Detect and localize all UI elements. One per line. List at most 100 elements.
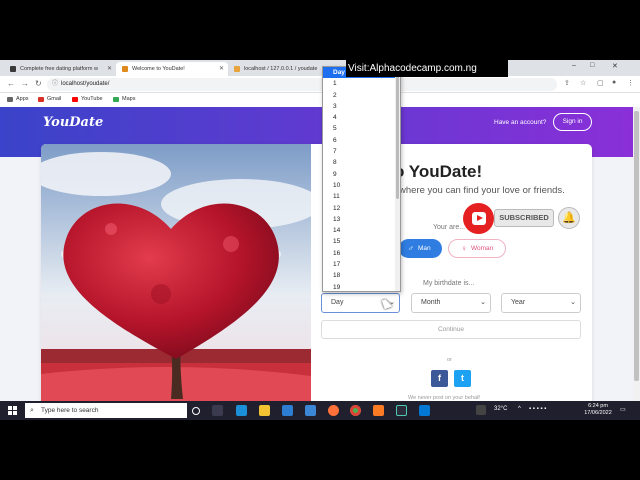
tab-complete-free-dating[interactable]: Complete free dating platform w ✕ [4, 62, 116, 76]
clock[interactable]: 6:24 pm 17/06/2022 [583, 403, 613, 417]
favicon-icon [10, 66, 16, 72]
tab-title: Welcome to YouDate! [132, 66, 185, 72]
tagline-text: where you can find your love or friends. [399, 185, 565, 196]
reload-icon[interactable]: ↻ [35, 79, 42, 88]
close-window-icon[interactable]: ✕ [612, 62, 618, 70]
dropdown-option-11[interactable]: 11 [323, 191, 400, 202]
menu-icon[interactable]: ⋮ [627, 79, 634, 87]
temperature-text[interactable]: 32°C [494, 406, 507, 412]
month-select[interactable]: Month ⌄ [411, 293, 491, 313]
welcome-heading: o YouDate! [394, 162, 483, 181]
windows-start-icon[interactable] [8, 406, 17, 415]
scrollbar-thumb[interactable] [634, 111, 639, 381]
bookmark-gmail[interactable]: Gmail [38, 96, 61, 102]
dropdown-option-12[interactable]: 12 [323, 203, 400, 214]
dropdown-option-16[interactable]: 16 [323, 248, 400, 259]
store-icon[interactable] [282, 405, 293, 416]
share-icon[interactable]: ⇪ [564, 79, 570, 87]
bookmark-label: YouTube [81, 96, 103, 102]
male-icon: ♂ [408, 244, 414, 253]
year-select-value: Year [511, 299, 526, 306]
profile-icon[interactable]: ● [612, 79, 616, 86]
tray-chevron-icon[interactable]: ^ [518, 406, 521, 412]
info-icon[interactable]: ⓘ [52, 78, 58, 91]
dropdown-option-6[interactable]: 6 [323, 135, 400, 146]
twitter-button[interactable]: t [454, 370, 471, 387]
dropdown-option-7[interactable]: 7 [323, 146, 400, 157]
play-icon [472, 212, 486, 225]
search-placeholder: Type here to search [41, 407, 99, 414]
notification-icon[interactable]: ▭ [620, 406, 626, 413]
restore-icon[interactable]: □ [590, 62, 594, 69]
close-tab-icon[interactable]: ✕ [219, 65, 224, 72]
tab-welcome-youdate[interactable]: Welcome to YouDate! ✕ [116, 62, 228, 76]
extensions-icon[interactable]: ▢ [597, 79, 604, 87]
sign-in-button[interactable]: Sign in [553, 113, 592, 131]
minimize-icon[interactable]: – [572, 62, 576, 69]
dropdown-option-4[interactable]: 4 [323, 112, 400, 123]
bookmark-maps[interactable]: Maps [113, 96, 135, 102]
dropdown-option-1[interactable]: 1 [323, 78, 400, 89]
dropdown-scroll-thumb[interactable] [396, 69, 399, 199]
chevron-down-icon: ⌄ [570, 299, 576, 306]
weather-icon[interactable] [476, 405, 486, 415]
edge-icon[interactable] [236, 405, 247, 416]
dropdown-option-19[interactable]: 19 [323, 282, 400, 291]
favicon-icon [122, 66, 128, 72]
dropdown-option-18[interactable]: 18 [323, 270, 400, 281]
dropdown-option-10[interactable]: 10 [323, 180, 400, 191]
dropdown-scrollbar[interactable] [395, 67, 400, 291]
woman-button[interactable]: ♀ Woman [448, 239, 506, 258]
dropdown-option-2[interactable]: 2 [323, 90, 400, 101]
mail-icon[interactable] [305, 405, 316, 416]
bookmark-label: Maps [122, 96, 136, 102]
continue-button[interactable]: Continue [321, 320, 581, 339]
file-explorer-icon[interactable] [259, 405, 270, 416]
dropdown-option-5[interactable]: 5 [323, 123, 400, 134]
bookmark-youtube[interactable]: YouTube [72, 96, 103, 102]
year-select[interactable]: Year ⌄ [501, 293, 581, 313]
bell-icon: 🔔 [558, 207, 580, 229]
maps-icon [113, 96, 119, 102]
address-bar[interactable]: ⓘ localhost/youdate/ [47, 78, 557, 91]
tab-strip: Complete free dating platform w ✕ Welcom… [0, 60, 640, 76]
tab-title: Complete free dating platform w [20, 66, 98, 72]
dropdown-option-9[interactable]: 9 [323, 169, 400, 180]
tray-icons[interactable]: ▪ ▪ ▪ ▪ ▪ [529, 406, 546, 412]
star-icon[interactable]: ☆ [580, 79, 586, 87]
windows-taskbar: ⌕ Type here to search 32°C ^ ▪ ▪ ▪ ▪ ▪ 6… [0, 401, 640, 420]
task-view-icon[interactable] [212, 405, 223, 416]
terminal-icon[interactable] [396, 405, 407, 416]
site-logo[interactable]: YouDate [43, 115, 103, 130]
cortana-icon[interactable] [192, 407, 200, 415]
dropdown-option-14[interactable]: 14 [323, 225, 400, 236]
firefox-icon[interactable] [328, 405, 339, 416]
taskbar-search-input[interactable]: ⌕ Type here to search [25, 403, 187, 418]
facebook-button[interactable]: f [431, 370, 448, 387]
vscode-icon[interactable] [419, 405, 430, 416]
favicon-icon [234, 66, 240, 72]
tab-phpmyadmin[interactable]: localhost / 127.0.0.1 / youdate [228, 62, 318, 76]
bookmarks-bar: Apps Gmail YouTube Maps [0, 93, 640, 106]
day-dropdown-list[interactable]: Day 1 2 3 4 5 6 7 8 9 10 11 12 13 14 15 16 17 18 19 [322, 66, 401, 292]
forward-icon[interactable]: → [21, 79, 29, 88]
dropdown-option-17[interactable]: 17 [323, 259, 400, 270]
close-tab-icon[interactable]: ✕ [107, 65, 112, 72]
dropdown-option-8[interactable]: 8 [323, 157, 400, 168]
dropdown-option-15[interactable]: 15 [323, 236, 400, 247]
back-icon[interactable]: ← [7, 79, 15, 88]
youtube-logo-icon [463, 203, 494, 234]
watermark-banner: Visit:Alphacodecamp.com.ng [346, 60, 508, 77]
female-icon: ♀ [461, 244, 467, 253]
bookmark-label: Apps [16, 96, 29, 102]
dropdown-option-13[interactable]: 13 [323, 214, 400, 225]
man-button[interactable]: ♂ Man [399, 239, 442, 258]
apps-icon [7, 96, 13, 102]
man-label: Man [418, 245, 431, 252]
search-icon: ⌕ [30, 407, 34, 414]
page-scrollbar[interactable] [633, 107, 640, 420]
chrome-icon[interactable] [350, 405, 361, 416]
bookmark-apps[interactable]: Apps [7, 96, 29, 102]
xampp-icon[interactable] [373, 405, 384, 416]
dropdown-option-3[interactable]: 3 [323, 101, 400, 112]
